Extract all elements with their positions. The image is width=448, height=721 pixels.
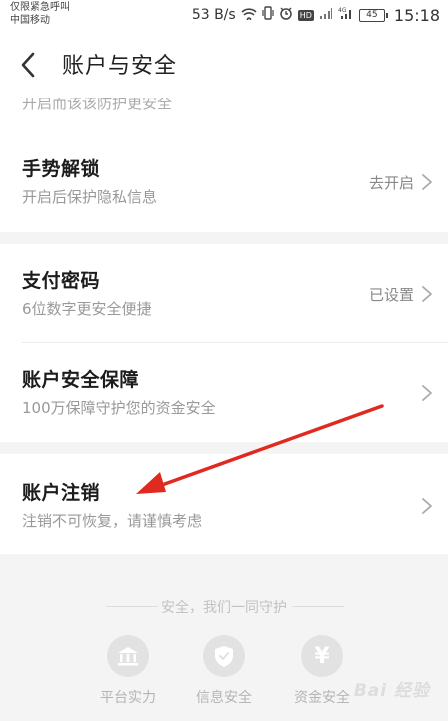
alarm-icon [279,6,293,24]
clock: 15:18 [393,5,440,25]
carrier-info: 仅限紧急呼叫 中国移动 [10,1,70,27]
app-header: 账户与安全 [0,34,448,98]
wifi-hotspot-icon [241,6,257,24]
feature-info-security: 信息安全 [184,635,264,707]
battery-icon: 45 [358,8,388,22]
carrier-line-1: 仅限紧急呼叫 [10,2,70,13]
row-account-deletion[interactable]: 账户注销 注销不可恢复，请谨慎考虑 [0,454,448,554]
settings-card-deletion: 账户注销 注销不可恢复，请谨慎考虑 [0,454,448,554]
bank-icon [107,635,149,677]
row-title: 手势解锁 [22,158,101,180]
yuan-icon: ¥ [301,635,343,677]
settings-card-security: 支付密码 6位数字更安全便捷 已设置 账户安全保障 100万保障守护您的资金安全 [0,244,448,442]
yuan-glyph: ¥ [314,643,330,669]
row-gesture-unlock[interactable]: 手势解锁 开启后保护隐私信息 去开启 [0,132,448,232]
svg-text:4G: 4G [338,7,347,14]
shield-icon [203,635,245,677]
chevron-right-icon [422,174,432,190]
row-value: 去开启 [368,174,414,192]
signal-4g-icon: 4G [338,6,354,24]
feature-label: 资金安全 [294,690,350,706]
clipped-item-text: 开启而该该防护更安全 [22,98,173,112]
vibrate-icon [262,6,274,24]
hd-icon: HD [297,9,314,21]
back-button[interactable] [14,50,44,80]
row-account-guarantee[interactable]: 账户安全保障 100万保障守护您的资金安全 [0,343,448,442]
row-value: 已设置 [368,286,414,304]
net-speed: 53 B/s [191,7,236,23]
signal-icon [319,6,333,24]
row-subtitle: 6位数字更安全便捷 [22,300,152,318]
status-bar: 仅限紧急呼叫 中国移动 53 B/s HD 4G 45 15:18 [0,0,448,34]
chevron-right-icon [422,286,432,302]
chevron-right-icon [422,385,432,401]
row-title: 支付密码 [22,270,101,292]
clipped-list-item[interactable]: 开启而该该防护更安全 [0,98,448,132]
feature-label: 信息安全 [196,690,252,706]
status-icons: 53 B/s HD 4G 45 15:18 [192,4,440,26]
carrier-line-2: 中国移动 [10,15,50,26]
row-title: 账户安全保障 [22,369,140,391]
page-title: 账户与安全 [62,54,178,79]
feature-platform: 平台实力 [88,635,168,707]
row-payment-password[interactable]: 支付密码 6位数字更安全便捷 已设置 [0,244,448,342]
feature-fund-security: ¥ 资金安全 [282,635,362,707]
footer-slogan: 安全，我们一同守护 [161,600,287,616]
row-title: 账户注销 [22,482,101,504]
chevron-left-icon [21,52,35,78]
feature-label: 平台实力 [100,690,156,706]
settings-card-gesture: 手势解锁 开启后保护隐私信息 去开启 [0,132,448,232]
row-subtitle: 开启后保护隐私信息 [22,188,158,206]
row-subtitle: 100万保障守护您的资金安全 [22,399,216,417]
chevron-right-icon [422,498,432,514]
watermark: Bai 经验 [353,681,430,701]
row-subtitle: 注销不可恢复，请谨慎考虑 [22,512,203,530]
